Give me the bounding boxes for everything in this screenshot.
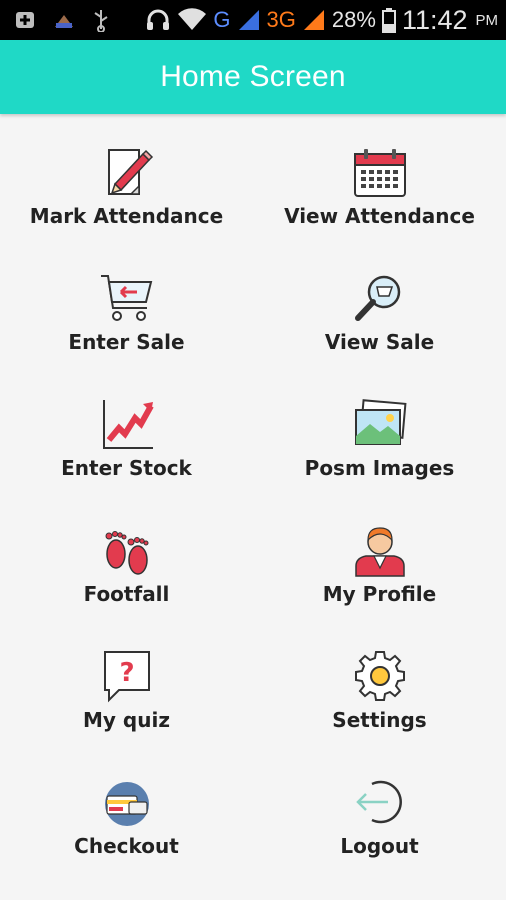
enter-sale-button[interactable]: Enter Sale	[0, 266, 253, 376]
logout-button[interactable]: Logout	[253, 770, 506, 880]
calendar-icon	[353, 149, 406, 197]
my-quiz-button[interactable]: ? My quiz	[0, 644, 253, 754]
menu-item-label: View Sale	[324, 330, 435, 354]
checkout-card-icon	[104, 782, 149, 826]
menu-item-label: Enter Stock	[61, 456, 192, 480]
clock-ampm: PM	[475, 11, 499, 29]
logout-icon	[355, 780, 402, 824]
settings-button[interactable]: Settings	[253, 644, 506, 754]
menu-item-label: Checkout	[74, 834, 179, 858]
signal-bars-icon	[303, 10, 324, 30]
app-bar: Home Screen	[0, 40, 506, 114]
gear-icon	[354, 651, 405, 701]
footprints-icon	[105, 531, 148, 575]
my-profile-button[interactable]: My Profile	[253, 518, 506, 628]
usb-icon	[94, 10, 108, 32]
svg-text:?: ?	[119, 658, 134, 688]
menu-item-label: Mark Attendance	[29, 204, 224, 228]
pencil-paper-icon	[107, 149, 153, 195]
network-g-label: G	[213, 7, 231, 32]
mark-attendance-button[interactable]: Mark Attendance	[0, 140, 253, 250]
menu-item-label: Posm Images	[304, 456, 455, 480]
profile-avatar-icon	[354, 527, 405, 577]
enter-stock-button[interactable]: Enter Stock	[0, 392, 253, 502]
menu-item-label: Logout	[340, 834, 419, 858]
question-bubble-icon: ?	[103, 651, 150, 703]
view-sale-button[interactable]: View Sale	[253, 266, 506, 376]
menu-item-label: Settings	[332, 708, 427, 732]
menu-item-label: Footfall	[83, 582, 170, 606]
page-title: Home Screen	[160, 60, 346, 93]
wifi-icon	[178, 8, 207, 30]
rising-chart-icon	[102, 400, 154, 449]
image-gallery-icon	[354, 399, 406, 445]
network-3g-label: 3G	[266, 7, 296, 32]
battery-percent: 28%	[331, 7, 376, 32]
footfall-button[interactable]: Footfall	[0, 518, 253, 628]
menu-item-label: Enter Sale	[68, 330, 185, 354]
app-notification-icon	[55, 15, 73, 28]
signal-bars-icon	[238, 10, 259, 30]
menu-item-label: View Attendance	[284, 204, 475, 228]
menu-item-label: My Profile	[322, 582, 437, 606]
clock-time: 11:42	[401, 4, 468, 35]
shopping-cart-icon	[100, 275, 152, 321]
checkout-button[interactable]: Checkout	[0, 770, 253, 880]
magnifier-cart-icon	[354, 275, 400, 321]
menu-item-label: My quiz	[83, 708, 170, 732]
headset-icon	[147, 9, 170, 30]
notification-plus-icon	[16, 12, 34, 28]
status-bar: G 3G 28% 11:42 PM	[0, 0, 506, 40]
battery-icon	[381, 8, 396, 33]
posm-images-button[interactable]: Posm Images	[253, 392, 506, 502]
view-attendance-button[interactable]: View Attendance	[253, 140, 506, 250]
